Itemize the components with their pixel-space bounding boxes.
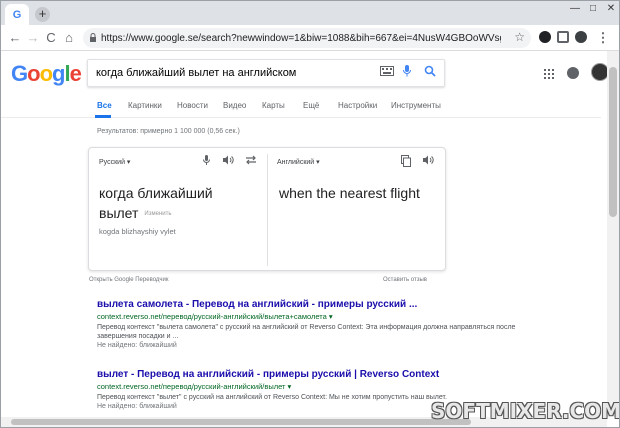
translated-text: when the nearest flight: [279, 185, 420, 201]
tab-tools[interactable]: Инструменты: [391, 101, 441, 110]
result-stats: Результатов: примерно 1 100 000 (0,56 се…: [97, 128, 240, 135]
result-snippet: Перевод контекст "вылета самолета" с рус…: [97, 324, 516, 340]
extension-icon[interactable]: [575, 31, 587, 43]
edit-link[interactable]: Изменить: [144, 211, 171, 217]
google-header: Google когда ближайший вылет на английск…: [1, 51, 609, 91]
result-url[interactable]: context.reverso.net/перевод/русский-англ…: [97, 312, 517, 321]
search-nav: Все Картинки Новости Видео Карты Ещё Нас…: [1, 96, 601, 118]
source-language-label: Русский: [99, 159, 125, 166]
result-missing-terms: Не найдено: ближайший: [97, 342, 177, 349]
mic-icon[interactable]: [203, 155, 210, 168]
open-translator-link[interactable]: Открыть Google Переводчик: [89, 277, 169, 283]
result-url[interactable]: context.reverso.net/перевод/русский-англ…: [97, 382, 517, 391]
menu-icon[interactable]: ⋮: [595, 29, 611, 47]
browser-window: G + — □ ✕ ← → C ⌂ https://www.google.se/…: [0, 0, 620, 428]
notifications-icon[interactable]: [567, 67, 579, 79]
tab-video[interactable]: Видео: [223, 101, 246, 110]
home-icon[interactable]: ⌂: [61, 29, 77, 47]
extension-icon[interactable]: [557, 31, 569, 43]
google-logo[interactable]: Google: [11, 61, 82, 87]
back-icon[interactable]: ←: [7, 29, 23, 47]
source-language-select[interactable]: Русский ▾: [99, 158, 130, 166]
result-title[interactable]: вылет - Перевод на английский - примеры …: [97, 369, 517, 380]
logo-letter: G: [11, 61, 28, 86]
google-favicon-icon: G: [12, 8, 22, 21]
search-icon[interactable]: [424, 65, 436, 80]
tab-maps[interactable]: Карты: [262, 101, 285, 110]
active-tab-indicator: [95, 115, 111, 118]
tab-images[interactable]: Картинки: [128, 101, 162, 110]
transliteration: kogda blizhayshiy vylet: [99, 227, 176, 236]
scroll-thumb[interactable]: [609, 67, 617, 217]
tab-all[interactable]: Все: [97, 101, 112, 110]
translate-divider: [267, 154, 268, 266]
feedback-link[interactable]: Оставить отзыв: [383, 277, 427, 283]
address-bar[interactable]: https://www.google.se/search?newwindow=1…: [83, 28, 531, 48]
new-tab-button[interactable]: +: [35, 7, 50, 22]
close-icon[interactable]: ✕: [603, 3, 619, 14]
logo-letter: o: [39, 61, 53, 86]
maximize-icon[interactable]: □: [585, 3, 601, 14]
scroll-thumb[interactable]: [11, 419, 471, 425]
source-text[interactable]: когда ближайший вылет Изменить: [99, 183, 259, 224]
search-input[interactable]: когда ближайший вылет на английском: [87, 59, 445, 87]
lock-icon: [89, 32, 97, 44]
browser-toolbar: ← → C ⌂ https://www.google.se/search?new…: [1, 25, 619, 51]
star-icon[interactable]: ☆: [514, 30, 525, 44]
copy-icon[interactable]: [401, 155, 411, 170]
target-language-select[interactable]: Английский ▾: [277, 158, 320, 166]
search-result: вылета самолета - Перевод на английский …: [97, 299, 517, 349]
swap-languages-icon[interactable]: [245, 155, 257, 168]
result-title[interactable]: вылета самолета - Перевод на английский …: [97, 299, 517, 310]
tab-more[interactable]: Ещё: [303, 101, 319, 110]
tab-news[interactable]: Новости: [177, 101, 208, 110]
vertical-scrollbar[interactable]: [607, 51, 619, 417]
search-query[interactable]: когда ближайший вылет на английском: [96, 67, 296, 79]
target-language-label: Английский: [277, 159, 315, 166]
logo-letter: e: [69, 61, 82, 86]
speaker-icon[interactable]: [223, 155, 234, 168]
speaker-icon[interactable]: [423, 155, 434, 168]
extension-icon[interactable]: [539, 31, 551, 43]
logo-letter: g: [52, 61, 65, 86]
forward-icon[interactable]: →: [25, 29, 41, 47]
url-text[interactable]: https://www.google.se/search?newwindow=1…: [101, 33, 501, 44]
keyboard-icon[interactable]: [380, 65, 394, 79]
reload-icon[interactable]: C: [43, 29, 59, 47]
apps-icon[interactable]: [544, 68, 554, 82]
mic-icon[interactable]: [403, 65, 411, 80]
logo-letter: o: [27, 61, 40, 86]
minimize-icon[interactable]: —: [567, 3, 583, 14]
browser-tab[interactable]: G: [5, 4, 29, 25]
translate-widget: Русский ▾ Английский ▾ когда ближайший в…: [88, 147, 446, 271]
tab-settings[interactable]: Настройки: [338, 101, 377, 110]
tab-strip: G + — □ ✕: [1, 1, 619, 25]
watermark: SOFTMIXER.COM: [431, 399, 620, 423]
